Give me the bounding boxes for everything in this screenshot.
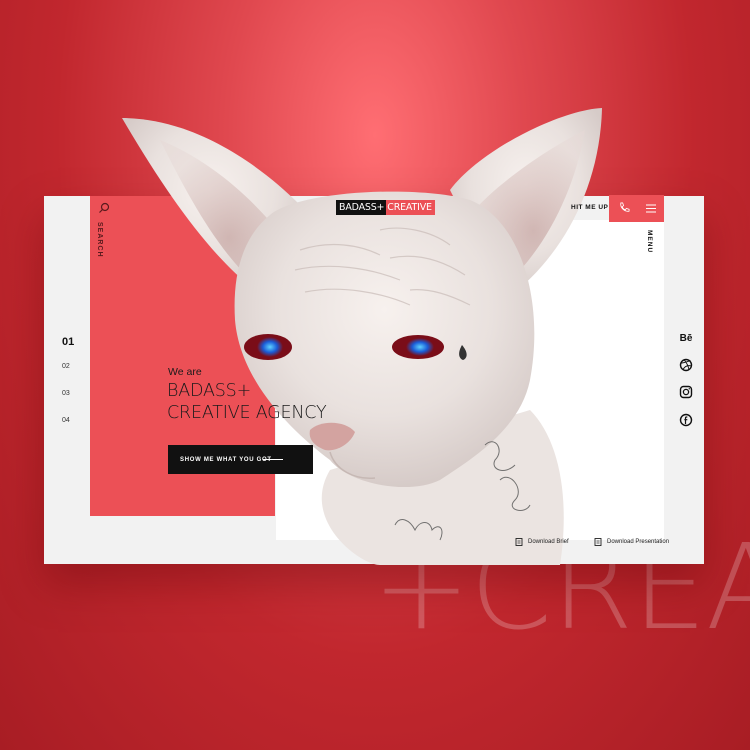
search-label[interactable]: SEARCH [96,222,103,258]
instagram-icon[interactable] [678,384,694,400]
hero-image-area [276,220,664,540]
hamburger-icon[interactable] [646,204,656,213]
hero-headline: BADASS+ CREATIVE AGENCY [167,380,327,424]
document-icon [594,538,602,546]
hero-headline-line2: CREATIVE AGENCY [167,403,327,423]
pager-item-03[interactable]: 03 [62,390,92,417]
behance-icon[interactable]: Bē [678,330,694,346]
pager-item-04[interactable]: 04 [62,417,92,444]
menu-label[interactable]: MENU [646,230,653,253]
facebook-icon[interactable] [678,412,694,428]
download-presentation-link[interactable]: Download Presentation [594,538,669,546]
logo-part-creative: CREATIVE [386,200,435,215]
hero-card [44,196,704,564]
pager-item-02[interactable]: 02 [62,363,92,390]
search-icon[interactable] [98,202,110,214]
show-me-button-label: SHOW ME WHAT YOU GOT [180,456,272,463]
phone-icon[interactable] [619,202,630,213]
dribbble-icon[interactable] [678,357,694,373]
document-icon [515,538,523,546]
agency-logo[interactable]: BADASS+ CREATIVE [336,200,435,215]
hero-intro: We are [168,366,202,378]
download-brief-label: Download Brief [528,539,569,545]
logo-part-badass: BADASS+ [336,200,387,215]
hit-me-up-link[interactable]: HIT ME UP [571,204,608,211]
download-brief-link[interactable]: Download Brief [515,538,569,546]
show-me-button[interactable]: SHOW ME WHAT YOU GOT [168,445,313,474]
pager-item-01[interactable]: 01 [62,336,92,363]
slide-pager: 01 02 03 04 [62,336,92,444]
hero-headline-line1: BADASS+ [167,381,252,401]
arrow-line-icon [263,459,283,460]
download-presentation-label: Download Presentation [607,539,670,545]
